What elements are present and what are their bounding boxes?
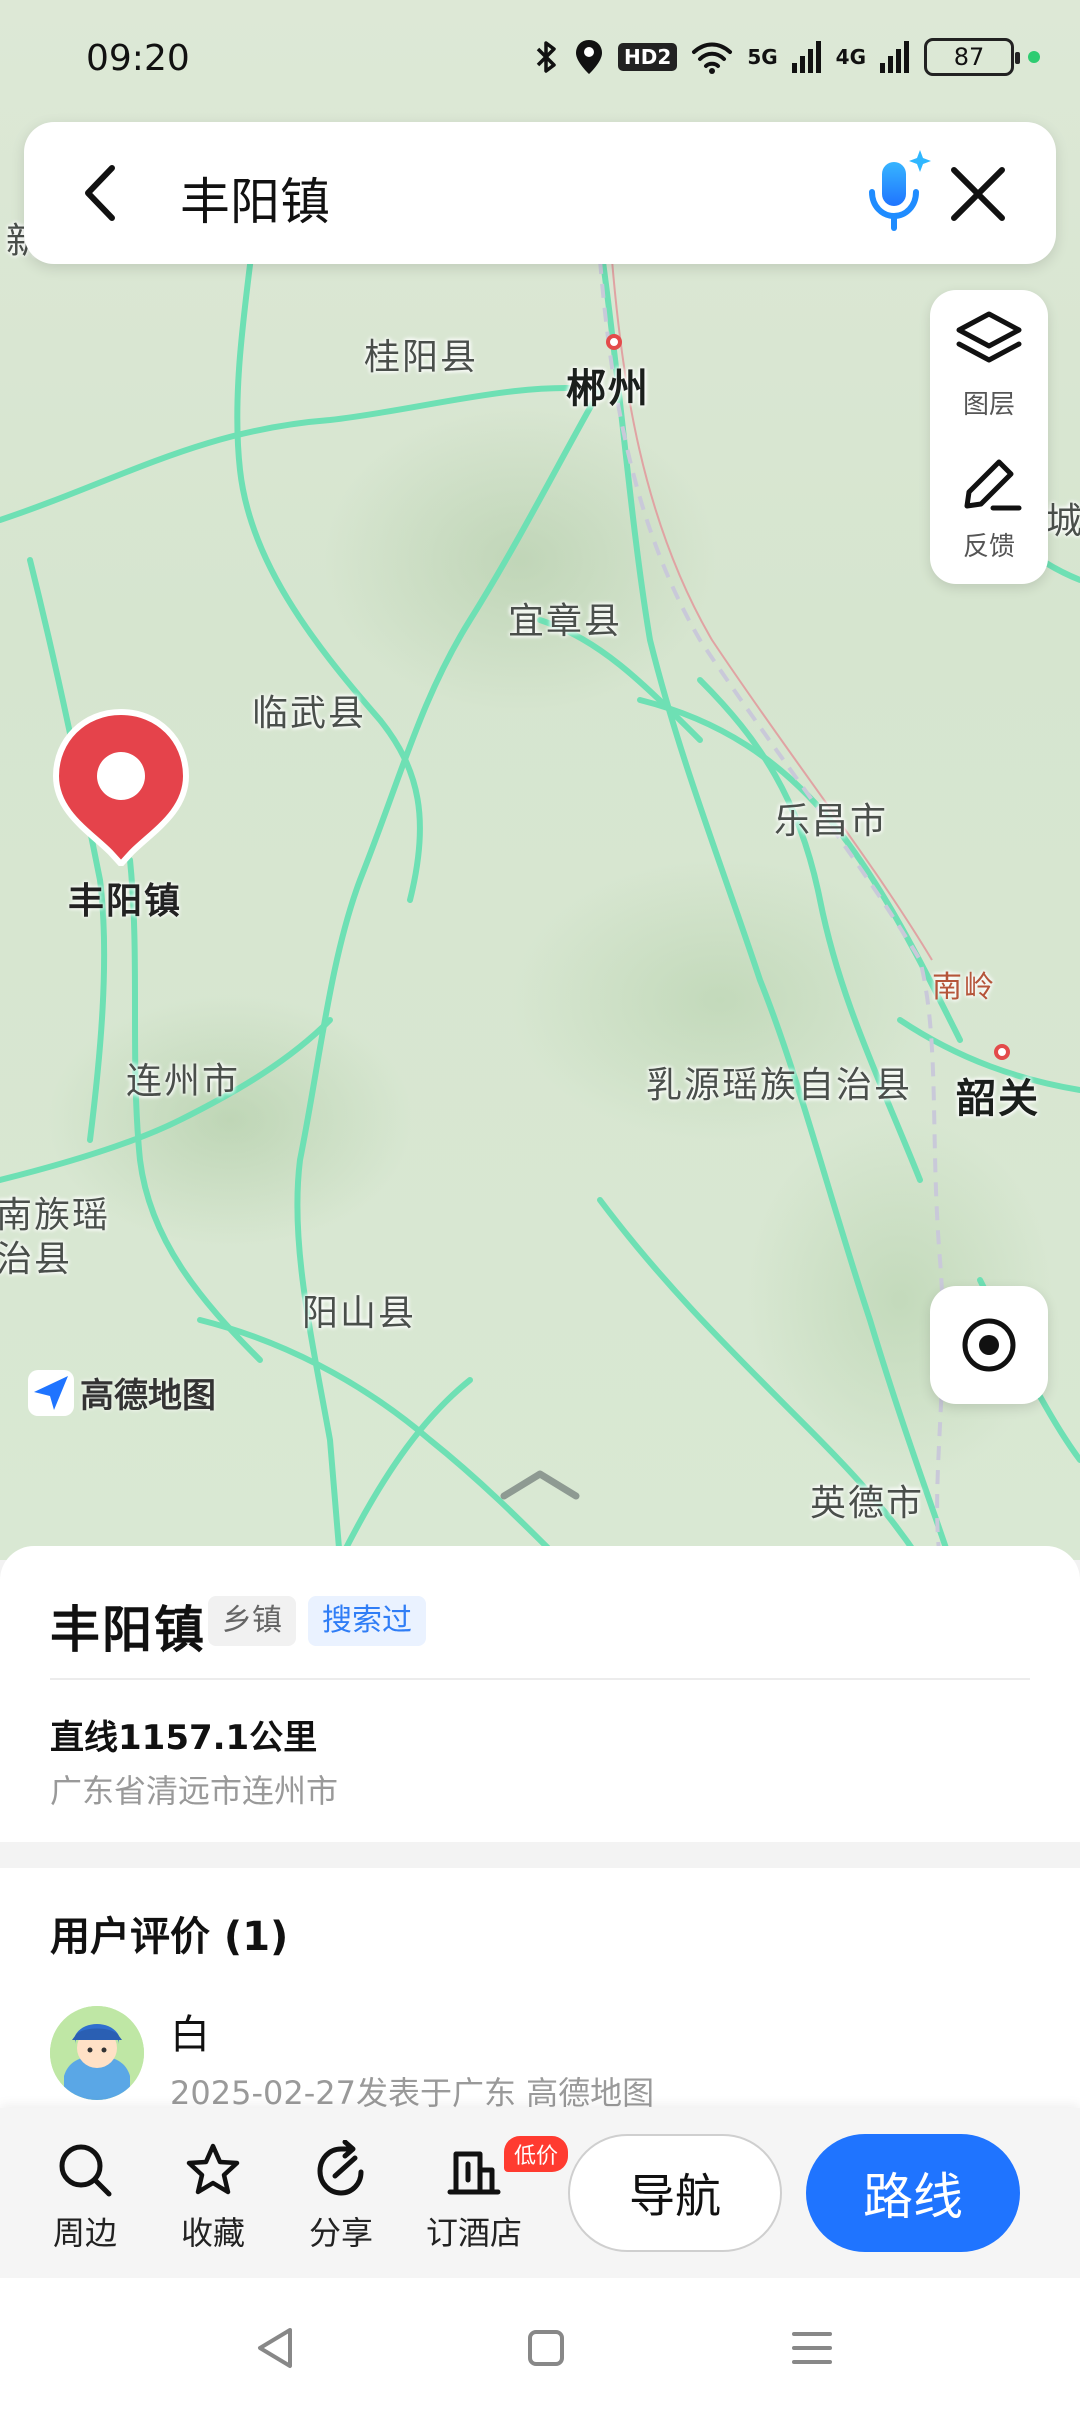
navigate-label: 导航: [629, 2169, 721, 2223]
status-icons: HD2 5G 4G 87: [534, 38, 1040, 76]
nav-back-icon[interactable]: [246, 2318, 306, 2378]
place-yingde[interactable]: 英德市: [810, 1474, 924, 1526]
locate-target-icon: [962, 1318, 1016, 1372]
map-logo: 高德地图: [28, 1368, 216, 1417]
layers-button[interactable]: 图层: [930, 308, 1048, 448]
nav-menu-icon[interactable]: [782, 2318, 842, 2378]
search-bar[interactable]: 丰阳镇: [24, 122, 1056, 264]
avatar[interactable]: [50, 2006, 144, 2100]
place-edge-right: 城: [1046, 501, 1080, 542]
reviews-title[interactable]: 用户评价 (1): [50, 1904, 288, 1962]
nav-home-icon[interactable]: [516, 2318, 576, 2378]
signal-bars-icon-2: [880, 41, 909, 73]
bluetooth-icon: [536, 41, 556, 73]
hotel-label: 订酒店: [425, 2214, 522, 2252]
favorite-button[interactable]: 收藏: [158, 2140, 268, 2254]
navigate-button[interactable]: 导航: [568, 2134, 782, 2252]
place-guiyang[interactable]: 桂阳县: [364, 328, 478, 380]
place-nanling[interactable]: 南岭: [932, 962, 996, 1006]
address-text: 广东省清远市连州市: [50, 1772, 339, 1810]
searched-tag: 搜索过: [308, 1596, 426, 1646]
place-yizhang[interactable]: 宜章县: [508, 592, 622, 644]
nearby-button[interactable]: 周边: [30, 2140, 140, 2254]
wifi-icon: [692, 42, 733, 74]
close-icon[interactable]: [942, 158, 1014, 230]
chenzhou-city-dot: [606, 334, 622, 350]
system-nav-bar: [0, 2278, 1080, 2412]
nearby-label: 周边: [52, 2214, 117, 2252]
place-linwu[interactable]: 临武县: [252, 684, 366, 736]
location-icon: [576, 40, 603, 74]
place-chenzhou[interactable]: 郴州: [566, 356, 650, 414]
section-gap: [0, 1842, 1080, 1868]
battery-icon: 87: [924, 38, 1020, 76]
map-logo-text: 高德地图: [80, 1376, 216, 1416]
place-ruyuan[interactable]: 乳源瑶族自治县: [646, 1056, 912, 1108]
place-detail-sheet[interactable]: 丰阳镇 乡镇 搜索过 直线1157.1公里 广东省清远市连州市 用户评价 (1)…: [0, 1546, 1080, 2116]
chevron-up-icon[interactable]: [498, 1466, 582, 1502]
search-query[interactable]: 丰阳镇: [180, 162, 330, 234]
map-side-controls: 图层 反馈: [930, 290, 1048, 584]
distance-text: 直线1157.1公里: [50, 1718, 318, 1758]
amap-logo-icon: [28, 1369, 74, 1416]
avatar-image: [50, 2006, 144, 2100]
place-yangshan[interactable]: 阳山县: [302, 1284, 416, 1336]
hd-icon: HD2: [618, 43, 678, 71]
share-button[interactable]: 分享: [286, 2140, 396, 2254]
divider: [50, 1678, 1030, 1680]
signal-5g-icon: 5G: [747, 45, 778, 69]
voice-mic-icon[interactable]: [844, 144, 944, 244]
pin-label: 丰阳镇: [68, 881, 183, 922]
favorite-label: 收藏: [180, 2214, 245, 2252]
search-icon: [59, 2144, 112, 2197]
share-label: 分享: [308, 2214, 373, 2252]
layers-icon: [956, 311, 1022, 363]
route-label: 路线: [863, 2168, 963, 2226]
place-type-tag: 乡镇: [208, 1596, 296, 1646]
place-lianzhou[interactable]: 连州市: [126, 1052, 240, 1104]
place-lechang[interactable]: 乐昌市: [774, 792, 888, 844]
hotel-icon: [447, 2151, 501, 2195]
share-icon: [317, 2140, 364, 2196]
back-arrow-icon[interactable]: [68, 158, 138, 228]
action-bar: 周边 收藏 分享 订酒店 低价 导航 路线: [0, 2108, 1080, 2278]
charging-dot: [1028, 51, 1040, 63]
status-bar: 09:20 HD2 5G 4G 87: [0, 0, 1080, 120]
status-time: 09:20: [86, 38, 190, 79]
battery-level: 87: [953, 43, 985, 71]
place-shaoguan[interactable]: 韶关: [956, 1066, 1040, 1124]
place-title: 丰阳镇: [50, 1601, 206, 1659]
feedback-button[interactable]: 反馈: [930, 450, 1048, 590]
route-button[interactable]: 路线: [806, 2134, 1020, 2252]
feedback-label: 反馈: [962, 532, 1015, 562]
edit-pencil-icon: [964, 459, 1022, 511]
review-username[interactable]: 白: [170, 2002, 210, 2060]
location-pin-icon[interactable]: [50, 706, 192, 866]
shaoguan-city-dot: [994, 1044, 1010, 1060]
signal-4g-icon: 4G: [835, 45, 866, 69]
layers-label: 图层: [962, 390, 1015, 420]
place-liannan-line2[interactable]: 治县: [0, 1230, 72, 1282]
my-location-button[interactable]: [930, 1286, 1048, 1404]
low-price-badge: 低价: [504, 2136, 569, 2172]
star-icon: [186, 2143, 240, 2195]
signal-bars-icon: [791, 41, 821, 73]
